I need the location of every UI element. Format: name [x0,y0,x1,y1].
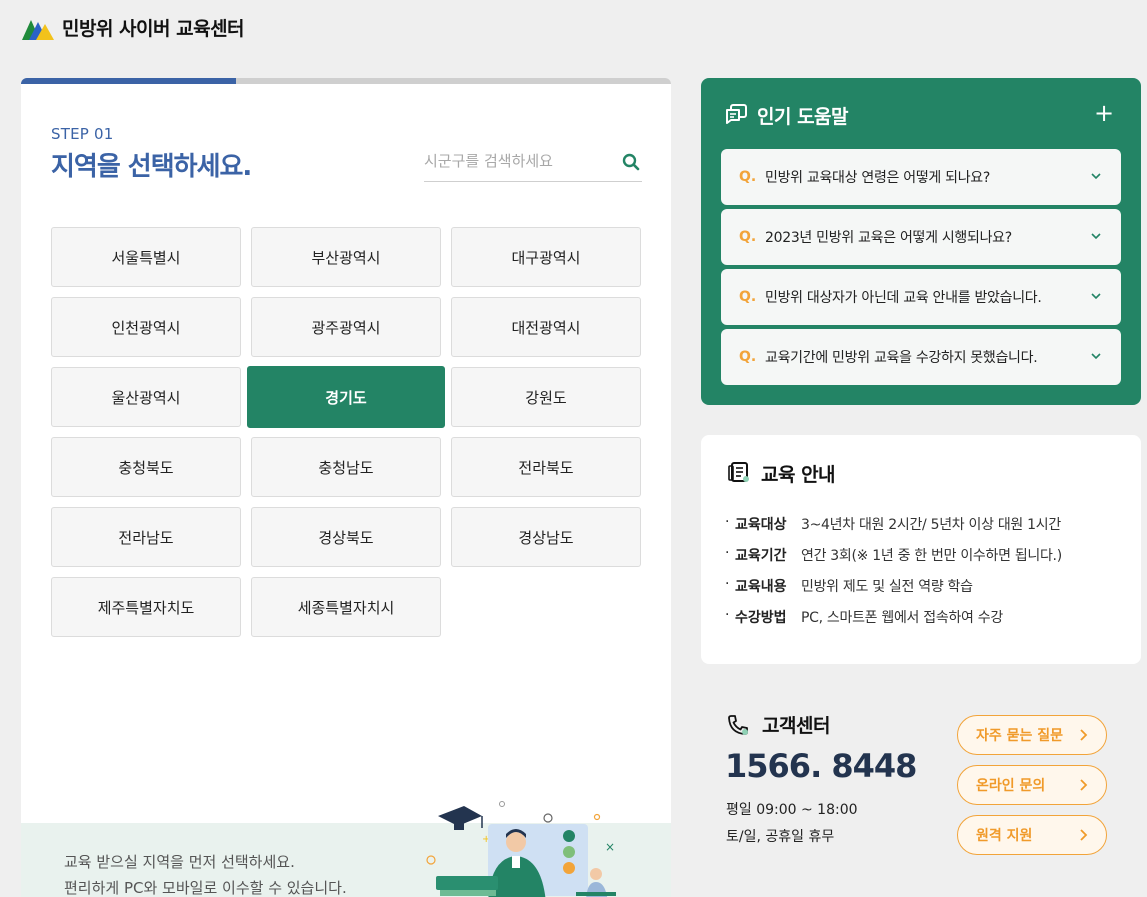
customer-center-title: 고객센터 [762,715,830,737]
step-label: STEP 01 [51,125,114,143]
faq-item[interactable]: Q. 민방위 교육대상 연령은 어떻게 되나요? [721,149,1121,205]
popular-help-card: 인기 도움말 + Q. 민방위 교육대상 연령은 어떻게 되나요? Q. 2023년 … [701,78,1141,405]
mountain-logo-icon[interactable] [22,16,54,40]
region-search-input[interactable] [424,146,614,176]
faq-q-mark: Q. [739,289,757,305]
faq-question: 민방위 교육대상 연령은 어떻게 되나요? [765,170,991,186]
education-info-value: 3~4년차 대원 2시간/ 5년차 이상 대원 1시간 [801,517,1061,533]
education-info-row: · 교육기간 연간 3회(※ 1년 중 한 번만 이수하면 됩니다.) [725,545,1062,565]
bullet-dot-icon: · [725,607,730,623]
popular-help-title: 인기 도움말 [757,106,849,128]
weekend-hours: 토/일, 공휴일 휴무 [726,829,835,845]
chevron-down-icon[interactable] [1089,289,1103,303]
education-info-key: 교육내용 [735,579,787,595]
education-info-key: 교육기간 [735,548,787,564]
customer-link-button[interactable]: 원격 지원 [957,815,1107,855]
region-select-card: STEP 01 지역을 선택하세요. 서울특별시부산광역시대구광역시인천광역시광… [21,78,671,897]
document-icon [728,462,749,482]
region-button[interactable]: 대전광역시 [451,297,641,357]
faq-item[interactable]: Q. 민방위 대상자가 아닌데 교육 안내를 받았습니다. [721,269,1121,325]
region-button-selected[interactable]: 경기도 [247,366,445,428]
bullet-dot-icon: · [725,545,730,561]
education-info-title: 교육 안내 [761,464,836,486]
faq-question: 2023년 민방위 교육은 어떻게 시행되나요? [765,230,1012,246]
chevron-right-icon [1080,729,1088,741]
chat-bubble-icon [726,104,747,124]
region-button[interactable]: 인천광역시 [51,297,241,357]
education-info-row: · 수강방법 PC, 스마트폰 웹에서 접속하여 수강 [725,607,1003,627]
customer-link-label: 자주 묻는 질문 [976,728,1064,744]
customer-link-label: 원격 지원 [976,828,1033,844]
region-button[interactable]: 전라남도 [51,507,241,567]
region-search [424,144,642,182]
education-info-key: 교육대상 [735,517,787,533]
bullet-dot-icon: · [725,514,730,530]
customer-center-phone[interactable]: 1566. 8448 [725,747,917,785]
region-button[interactable]: 제주특별자치도 [51,577,241,637]
customer-link-label: 온라인 문의 [976,778,1046,794]
chevron-right-icon [1080,829,1088,841]
region-button[interactable]: 서울특별시 [51,227,241,287]
phone-icon [728,715,748,735]
weekday-hours: 평일 09:00 ~ 18:00 [726,802,858,818]
faq-q-mark: Q. [739,229,757,245]
region-button[interactable]: 경상남도 [451,507,641,567]
site-header: 민방위 사이버 교육센터 [22,14,245,41]
step-progress-bar [21,78,671,84]
faq-item[interactable]: Q. 2023년 민방위 교육은 어떻게 시행되나요? [721,209,1121,265]
faq-q-mark: Q. [739,349,757,365]
chevron-down-icon[interactable] [1089,349,1103,363]
region-button[interactable]: 광주광역시 [251,297,441,357]
region-button[interactable]: 세종특별자치시 [251,577,441,637]
faq-q-mark: Q. [739,169,757,185]
plus-icon[interactable]: + [1093,101,1115,125]
customer-link-button[interactable]: 온라인 문의 [957,765,1107,805]
bottom-note-line1: 교육 받으실 지역을 먼저 선택하세요. [64,853,295,871]
education-info-value: PC, 스마트폰 웹에서 접속하여 수강 [801,610,1003,626]
region-button[interactable]: 대구광역시 [451,227,641,287]
chevron-down-icon[interactable] [1089,229,1103,243]
region-button[interactable]: 전라북도 [451,437,641,497]
graduate-illustration: × + [426,801,616,897]
faq-question: 교육기간에 민방위 교육을 수강하지 못했습니다. [765,350,1038,366]
region-button[interactable]: 부산광역시 [251,227,441,287]
step-progress-fill [21,78,236,84]
region-button[interactable]: 충청남도 [251,437,441,497]
region-button[interactable]: 경상북도 [251,507,441,567]
faq-item[interactable]: Q. 교육기간에 민방위 교육을 수강하지 못했습니다. [721,329,1121,385]
region-button[interactable]: 충청북도 [51,437,241,497]
search-icon[interactable] [622,153,640,171]
bottom-note: 교육 받으실 지역을 먼저 선택하세요. 편리하게 PC와 모바일로 이수할 수… [64,849,347,897]
education-info-row: · 교육대상 3~4년차 대원 2시간/ 5년차 이상 대원 1시간 [725,514,1061,534]
education-info-value: 민방위 제도 및 실전 역량 학습 [801,579,973,595]
chevron-down-icon[interactable] [1089,169,1103,183]
education-info-card: 교육 안내 · 교육대상 3~4년차 대원 2시간/ 5년차 이상 대원 1시간 · 교… [701,435,1141,664]
step-title: 지역을 선택하세요. [51,152,252,182]
site-title[interactable]: 민방위 사이버 교육센터 [62,14,245,41]
education-info-key: 수강방법 [735,610,787,626]
education-info-value: 연간 3회(※ 1년 중 한 번만 이수하면 됩니다.) [801,548,1062,564]
svg-text:×: × [605,840,615,854]
faq-question: 민방위 대상자가 아닌데 교육 안내를 받았습니다. [765,290,1042,306]
chevron-right-icon [1080,779,1088,791]
bottom-note-line2: 편리하게 PC와 모바일로 이수할 수 있습니다. [64,879,347,897]
region-button[interactable]: 울산광역시 [51,367,241,427]
region-button[interactable]: 강원도 [451,367,641,427]
customer-link-button[interactable]: 자주 묻는 질문 [957,715,1107,755]
bullet-dot-icon: · [725,576,730,592]
education-info-row: · 교육내용 민방위 제도 및 실전 역량 학습 [725,576,973,596]
